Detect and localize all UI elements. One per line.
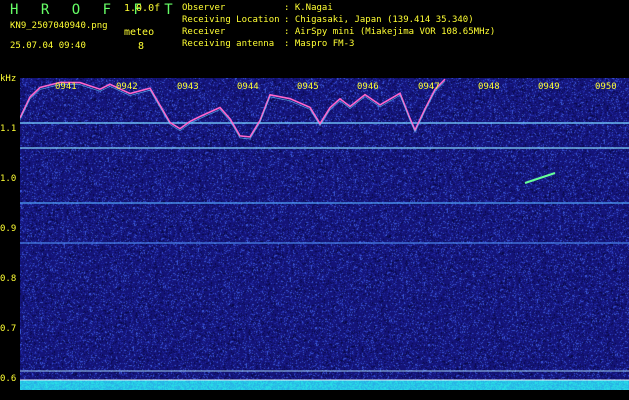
time-tick-label: 0949 <box>538 82 560 92</box>
receiver-value: : AirSpy mini (Miakejima VOR 108.65MHz) <box>284 27 496 37</box>
observer-label: Observer <box>182 3 226 13</box>
meteo-label: meteo <box>124 27 155 38</box>
time-tick-label: 0946 <box>357 82 379 92</box>
meteo-count: 8 <box>138 41 145 52</box>
y-tick-label: 0.8 <box>0 274 17 284</box>
y-tick-label: 1.0 <box>0 174 17 184</box>
datetime-label: 25.07.04 09:40 <box>10 41 86 51</box>
header-panel: H R O F F T 1.0.0f KN9_2507040940.png me… <box>0 0 629 78</box>
receiver-label: Receiver <box>182 27 226 37</box>
y-tick-label: 1.1 <box>0 124 17 134</box>
observer-value: : K.Nagai <box>284 3 333 13</box>
spectrogram-overlay <box>20 78 629 381</box>
doppler-trace-shadow <box>20 80 446 140</box>
time-tick-label: 0945 <box>297 82 319 92</box>
time-tick-label: 0950 <box>595 82 617 92</box>
doppler-trace <box>20 78 446 138</box>
time-tick-label: 0944 <box>237 82 259 92</box>
time-tick-label: 0947 <box>418 82 440 92</box>
y-tick-label: 0.9 <box>0 224 17 234</box>
filename-label: KN9_2507040940.png <box>10 21 108 31</box>
carrier-lines <box>20 122 629 381</box>
antenna-label: Receiving antenna <box>182 39 275 49</box>
location-value: : Chigasaki, Japan (139.414 35.340) <box>284 15 474 25</box>
spectrogram-plot <box>20 78 629 390</box>
version-label: 1.0.0f <box>124 3 161 14</box>
y-tick-label: 0.7 <box>0 324 17 334</box>
time-tick-label: 0942 <box>116 82 138 92</box>
time-tick-label: 0943 <box>177 82 199 92</box>
y-axis-unit: kHz <box>0 74 17 84</box>
antenna-value: : Maspro FM-3 <box>284 39 355 49</box>
time-tick-label: 0941 <box>55 82 77 92</box>
y-tick-label: 0.6 <box>0 374 17 384</box>
location-label: Receiving Location <box>182 15 280 25</box>
time-tick-label: 0948 <box>478 82 500 92</box>
meteor-echo <box>524 172 556 184</box>
